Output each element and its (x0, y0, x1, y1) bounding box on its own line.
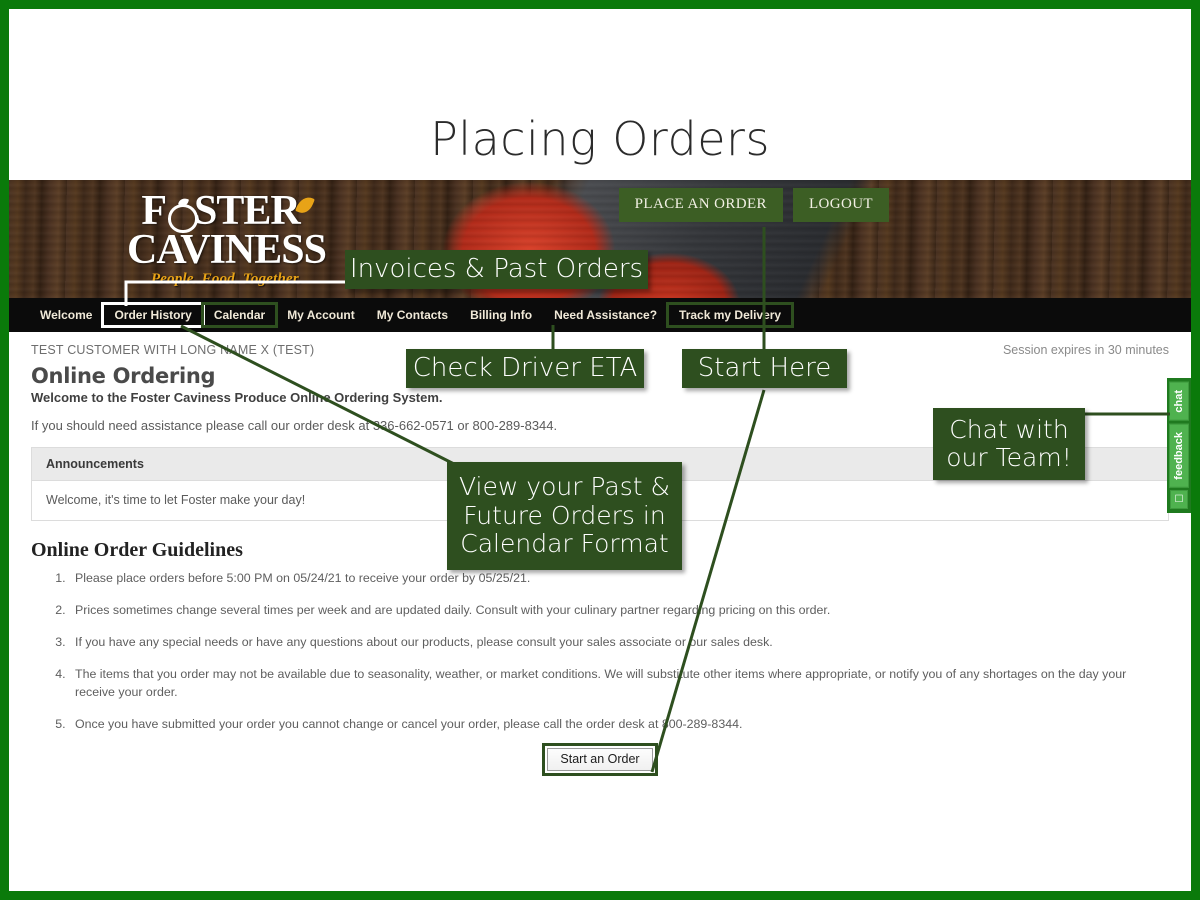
nav-item-need-assistance[interactable]: Need Assistance? (543, 304, 668, 326)
session-timer: Session expires in 30 minutes (1002, 343, 1169, 357)
chat-tab[interactable]: chat (1169, 382, 1189, 421)
welcome-message: Welcome to the Foster Caviness Produce O… (31, 390, 443, 405)
logo-line-2: CAVINESS (127, 226, 327, 273)
nav-item-my-contacts[interactable]: My Contacts (366, 304, 459, 326)
logo-tagline: People. Food. Together. (150, 271, 303, 288)
main-navigation: Welcome Order History Calendar My Accoun… (9, 298, 1191, 332)
logout-button[interactable]: LOGOUT (792, 188, 889, 222)
nav-item-my-account[interactable]: My Account (276, 304, 366, 326)
nav-item-calendar[interactable]: Calendar (200, 302, 279, 328)
chat-bubble-icon[interactable]: ☐ (1169, 490, 1189, 510)
customer-name: TEST CUSTOMER WITH LONG NAME X (TEST) (31, 343, 315, 357)
side-tabs: chat feedback ☐ (1167, 378, 1191, 514)
header-actions: PLACE AN ORDER LOGOUT (618, 188, 889, 222)
list-item: Prices sometimes change several times pe… (69, 602, 1169, 620)
foster-caviness-logo: F STER CAVINESS People. Food. Together. (127, 190, 327, 288)
callout-check-driver-eta: Check Driver ETA (406, 349, 644, 388)
page-title: Placing Orders (430, 112, 770, 166)
callout-start-here: Start Here (682, 349, 847, 388)
nav-item-order-history[interactable]: Order History (101, 302, 205, 328)
leaf-icon (294, 194, 315, 216)
list-item: Please place orders before 5:00 PM on 05… (69, 570, 1169, 588)
nav-item-track-my-delivery[interactable]: Track my Delivery (666, 302, 795, 328)
callout-view-calendar-orders: View your Past & Future Orders in Calend… (447, 462, 682, 570)
place-an-order-button[interactable]: PLACE AN ORDER (618, 188, 783, 222)
nav-item-billing-info[interactable]: Billing Info (459, 304, 543, 326)
list-item: If you have any special needs or have an… (69, 634, 1169, 652)
start-order-area: Start an Order (31, 742, 1169, 776)
feedback-tab[interactable]: feedback (1169, 423, 1189, 488)
list-item: Once you have submitted your order you c… (69, 716, 1169, 734)
logo-line-1: F STER (127, 190, 326, 233)
list-item: The items that you order may not be avai… (69, 666, 1169, 702)
start-order-highlight: Start an Order (542, 742, 658, 776)
nav-item-welcome[interactable]: Welcome (29, 304, 103, 326)
apple-icon (166, 198, 198, 233)
callout-invoices-past-orders: Invoices & Past Orders (345, 250, 648, 289)
start-an-order-button[interactable]: Start an Order (547, 747, 653, 771)
guidelines-list: Please place orders before 5:00 PM on 05… (69, 570, 1169, 734)
callout-chat-with-team: Chat with our Team! (933, 408, 1085, 480)
